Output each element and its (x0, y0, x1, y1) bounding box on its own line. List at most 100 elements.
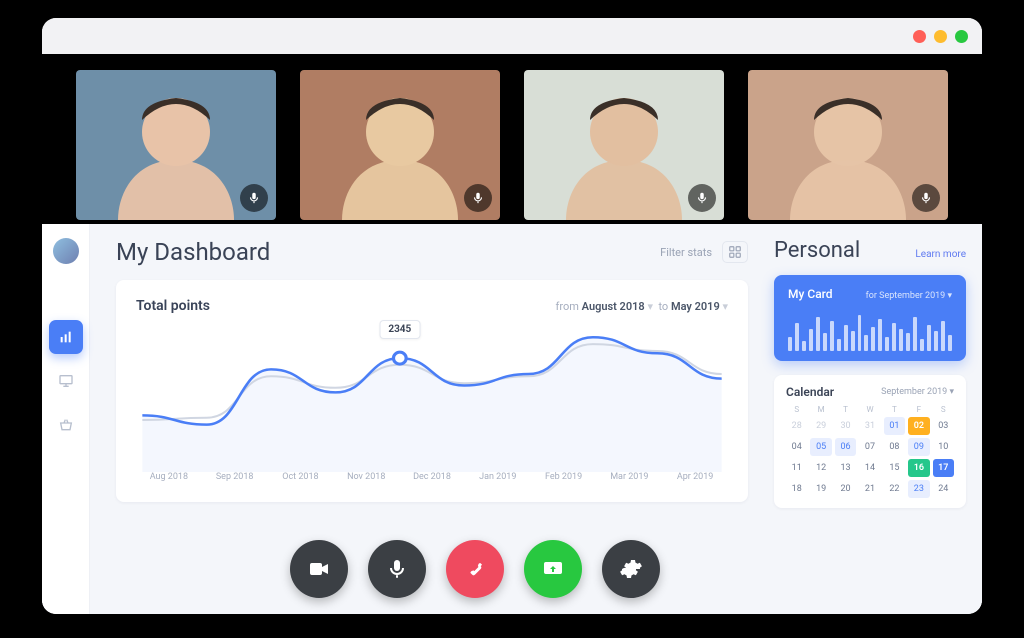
mic-icon[interactable] (464, 184, 492, 212)
mycard-bar (885, 337, 889, 351)
mycard-bar (892, 323, 896, 351)
calendar-dow: S (786, 405, 807, 414)
window-minimize-icon[interactable] (934, 30, 947, 43)
calendar-day[interactable]: 12 (810, 459, 831, 477)
mycard-bar (830, 321, 834, 351)
calendar-day[interactable]: 31 (859, 417, 880, 435)
video-tile[interactable] (748, 70, 948, 220)
x-axis-label: Dec 2018 (399, 472, 465, 482)
calendar-day[interactable]: 13 (835, 459, 856, 477)
filter-stats-label[interactable]: Filter stats (660, 246, 712, 259)
mycard-bar (920, 339, 924, 351)
x-axis-label: Aug 2018 (136, 472, 202, 482)
calendar-month-picker[interactable]: September 2019 ▾ (881, 387, 954, 397)
calendar-day[interactable]: 09 (908, 438, 929, 456)
calendar-day[interactable]: 28 (786, 417, 807, 435)
calendar-dow: W (859, 405, 880, 414)
video-tile[interactable] (524, 70, 724, 220)
dashboard: My Dashboard Filter stats Total points f… (42, 224, 982, 614)
hang-up-button[interactable] (446, 540, 504, 598)
calendar-day[interactable]: 18 (786, 480, 807, 498)
mycard-subtitle: for September 2019 ▾ (866, 291, 952, 301)
mycard-bar (851, 331, 855, 351)
app-window: My Dashboard Filter stats Total points f… (42, 18, 982, 614)
x-axis-label: Apr 2019 (662, 472, 728, 482)
chart-body: 2345 Aug 2018Sep 2018Oct 2018Nov 2018Dec… (136, 322, 728, 492)
sidebar (42, 224, 90, 614)
window-zoom-icon[interactable] (955, 30, 968, 43)
calendar-day[interactable]: 04 (786, 438, 807, 456)
calendar-day[interactable]: 22 (884, 480, 905, 498)
mic-icon[interactable] (240, 184, 268, 212)
mycard-bar (913, 317, 917, 351)
sidebar-item-present[interactable] (49, 364, 83, 398)
total-points-card: Total points from August 2018 ▾ to May 2… (116, 280, 748, 502)
calendar-day[interactable]: 08 (884, 438, 905, 456)
calendar-title: Calendar (786, 385, 834, 399)
mycard-bar (802, 341, 806, 351)
calendar-day[interactable]: 29 (810, 417, 831, 435)
mycard-bar (934, 331, 938, 351)
chart-title: Total points (136, 298, 210, 314)
x-axis-label: Feb 2019 (531, 472, 597, 482)
mycard-bar (788, 337, 792, 351)
x-axis-label: Oct 2018 (268, 472, 334, 482)
mic-toggle-button[interactable] (368, 540, 426, 598)
calendar-day[interactable]: 19 (810, 480, 831, 498)
calendar-day[interactable]: 03 (933, 417, 954, 435)
x-axis-label: Nov 2018 (333, 472, 399, 482)
calendar-day[interactable]: 05 (810, 438, 831, 456)
x-axis-label: Mar 2019 (596, 472, 662, 482)
chart-range[interactable]: from August 2018 ▾ to May 2019 ▾ (556, 300, 728, 313)
calendar-day[interactable]: 02 (908, 417, 929, 435)
calendar-dow: S (933, 405, 954, 414)
calendar-dow: F (908, 405, 929, 414)
share-screen-button[interactable] (524, 540, 582, 598)
layout-toggle-icon[interactable] (722, 241, 748, 263)
x-axis-label: Jan 2019 (465, 472, 531, 482)
mic-icon[interactable] (912, 184, 940, 212)
calendar-day[interactable]: 20 (835, 480, 856, 498)
calendar-day[interactable]: 01 (884, 417, 905, 435)
mycard-bar (809, 329, 813, 351)
mycard-bar (858, 315, 862, 351)
mycard-bar (844, 325, 848, 351)
mycard-bar (878, 319, 882, 351)
mycard-bar (871, 327, 875, 351)
avatar[interactable] (53, 238, 79, 264)
mycard-bar (837, 339, 841, 351)
mic-icon[interactable] (688, 184, 716, 212)
calendar-dow: M (810, 405, 831, 414)
sidebar-item-charts[interactable] (49, 320, 83, 354)
x-axis-label: Sep 2018 (202, 472, 268, 482)
learn-more-link[interactable]: Learn more (915, 249, 966, 260)
mycard-bar (816, 317, 820, 351)
mycard-bar (906, 333, 910, 351)
calendar-day[interactable]: 07 (859, 438, 880, 456)
mycard-bar (941, 321, 945, 351)
video-tile[interactable] (76, 70, 276, 220)
calendar-card: Calendar September 2019 ▾ SMTWTFS2829303… (774, 375, 966, 508)
calendar-day[interactable]: 06 (835, 438, 856, 456)
calendar-day[interactable]: 21 (859, 480, 880, 498)
calendar-day[interactable]: 17 (933, 459, 954, 477)
video-toggle-button[interactable] (290, 540, 348, 598)
window-close-icon[interactable] (913, 30, 926, 43)
calendar-day[interactable]: 11 (786, 459, 807, 477)
calendar-day[interactable]: 23 (908, 480, 929, 498)
calendar-day[interactable]: 30 (835, 417, 856, 435)
page-title: My Dashboard (116, 238, 270, 266)
sidebar-item-basket[interactable] (49, 408, 83, 442)
calendar-day[interactable]: 24 (933, 480, 954, 498)
calendar-day[interactable]: 15 (884, 459, 905, 477)
video-tile[interactable] (300, 70, 500, 220)
calendar-day[interactable]: 14 (859, 459, 880, 477)
calendar-day[interactable]: 10 (933, 438, 954, 456)
window-titlebar (42, 18, 982, 54)
my-card[interactable]: My Card for September 2019 ▾ (774, 275, 966, 361)
settings-button[interactable] (602, 540, 660, 598)
calendar-day[interactable]: 16 (908, 459, 929, 477)
mycard-bar (823, 333, 827, 351)
mycard-bar (864, 335, 868, 351)
chart-tooltip: 2345 (379, 320, 420, 339)
